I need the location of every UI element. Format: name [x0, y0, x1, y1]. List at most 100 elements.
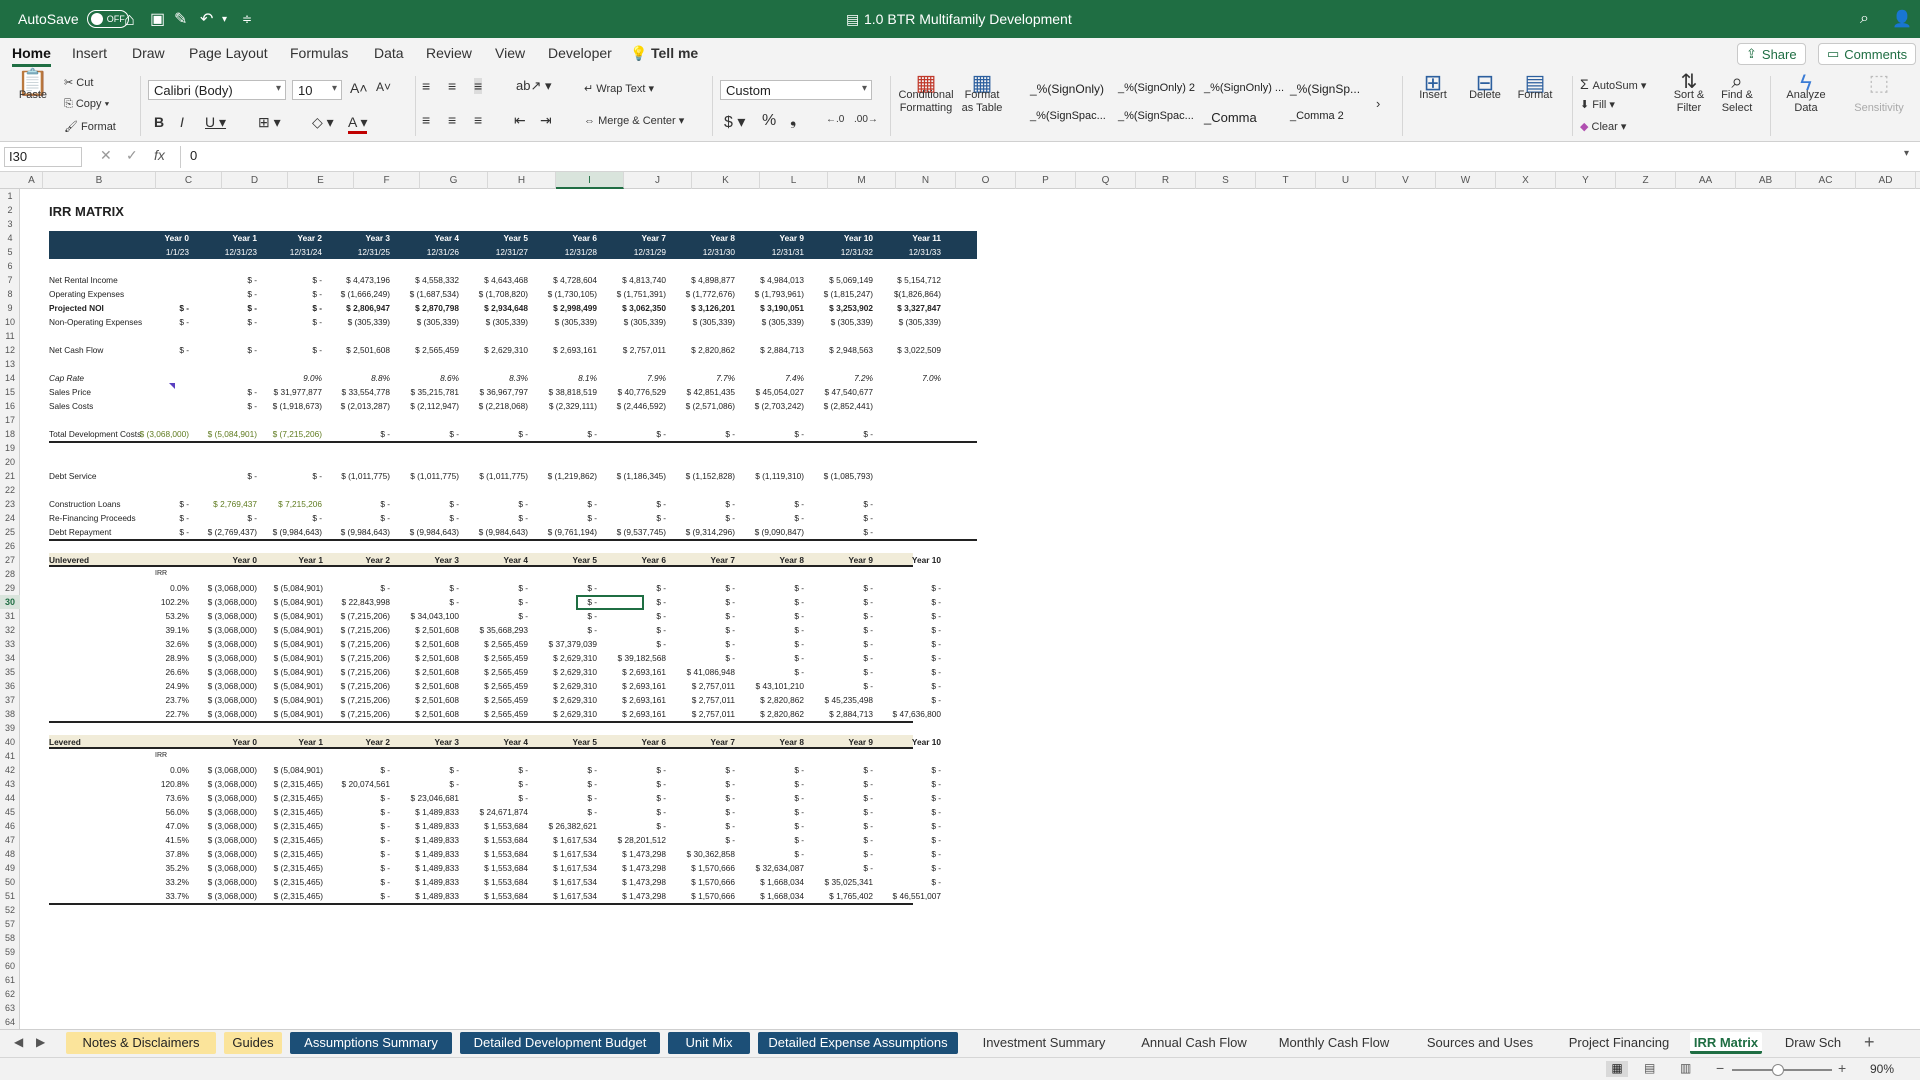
column-header-g[interactable]: G — [420, 172, 488, 189]
underline-button[interactable]: U ▾ — [205, 114, 226, 131]
row-header[interactable]: 18 — [0, 427, 20, 441]
tab-tell-me[interactable]: Tell me — [651, 45, 698, 61]
row-header[interactable]: 12 — [0, 343, 20, 357]
column-header-o[interactable]: O — [956, 172, 1016, 189]
row-header[interactable]: 9 — [0, 301, 20, 315]
paste-button[interactable]: 📋 Paste — [10, 69, 56, 102]
row-header[interactable]: 10 — [0, 315, 20, 329]
sheet-tab[interactable]: Assumptions Summary — [290, 1032, 452, 1054]
sheet-tab[interactable]: Sources and Uses — [1410, 1032, 1550, 1054]
row-header[interactable]: 19 — [0, 441, 20, 455]
row-header[interactable]: 35 — [0, 665, 20, 679]
row-header[interactable]: 28 — [0, 567, 20, 581]
column-header-l[interactable]: L — [760, 172, 828, 189]
copy-button[interactable]: ⎘ Copy ▾ — [64, 98, 109, 111]
increase-indent-icon[interactable]: ⇥ — [540, 112, 552, 129]
tell-me-icon[interactable]: 💡 — [630, 45, 647, 62]
number-format-select[interactable]: Custom — [720, 80, 872, 100]
cut-button[interactable]: ✂ Cut — [64, 76, 93, 89]
customize-icon[interactable]: ≑ — [242, 0, 252, 38]
row-header[interactable]: 3 — [0, 217, 20, 231]
align-center-icon[interactable]: ≡ — [448, 112, 456, 128]
row-header[interactable]: 11 — [0, 329, 20, 343]
previous-sheet-icon[interactable]: ◀ — [14, 1035, 23, 1049]
tab-formulas[interactable]: Formulas — [290, 45, 348, 61]
style-cell[interactable]: _%(SignOnly) — [1030, 82, 1104, 96]
zoom-slider-thumb[interactable] — [1772, 1064, 1784, 1076]
column-header-w[interactable]: W — [1436, 172, 1496, 189]
row-header[interactable]: 34 — [0, 651, 20, 665]
expand-formula-icon[interactable]: ▾ — [1904, 148, 1909, 159]
zoom-in-icon[interactable]: + — [1838, 1060, 1846, 1076]
column-header-x[interactable]: X — [1496, 172, 1556, 189]
column-header-b[interactable]: B — [43, 172, 156, 189]
sheet-tab[interactable]: Unit Mix — [668, 1032, 750, 1054]
tab-insert[interactable]: Insert — [72, 45, 107, 61]
row-header[interactable]: 36 — [0, 679, 20, 693]
orientation-icon[interactable]: ab↗ ▾ — [516, 78, 552, 94]
row-header[interactable]: 64 — [0, 1015, 20, 1029]
row-header[interactable]: 6 — [0, 259, 20, 273]
row-header[interactable]: 29 — [0, 581, 20, 595]
align-right-icon[interactable]: ≡ — [474, 112, 482, 128]
sheet-tab[interactable]: Annual Cash Flow — [1130, 1032, 1258, 1054]
comma-icon[interactable]: ❟ — [790, 112, 796, 130]
row-header[interactable]: 15 — [0, 385, 20, 399]
sheet-tab[interactable]: Project Financing — [1556, 1032, 1682, 1054]
save-icon[interactable]: ▣ — [150, 0, 165, 38]
column-header-i[interactable]: I — [556, 172, 624, 189]
row-header[interactable]: 50 — [0, 875, 20, 889]
decrease-font-icon[interactable]: A˅ — [376, 80, 391, 94]
row-header[interactable]: 17 — [0, 413, 20, 427]
align-middle-icon[interactable]: ≡ — [448, 78, 456, 94]
row-header[interactable]: 52 — [0, 903, 20, 917]
row-header[interactable]: 27 — [0, 553, 20, 567]
style-cell[interactable]: _%(SignSp... — [1290, 82, 1360, 96]
delete-cells-button[interactable]: ⊟ Delete — [1460, 72, 1510, 102]
row-header[interactable]: 37 — [0, 693, 20, 707]
style-cell[interactable]: _Comma — [1204, 110, 1257, 125]
column-header-v[interactable]: V — [1376, 172, 1436, 189]
row-header[interactable]: 58 — [0, 931, 20, 945]
tab-data[interactable]: Data — [374, 45, 404, 61]
row-header[interactable]: 2 — [0, 203, 20, 217]
borders-icon[interactable]: ⊞ ▾ — [258, 114, 281, 131]
column-header-c[interactable]: C — [156, 172, 222, 189]
worksheet-grid[interactable]: IRR MATRIX Year 0 1/1/23 Year 1 12/31/23 Year… — [21, 189, 1920, 1029]
style-cell[interactable]: _%(SignOnly) 2 — [1118, 82, 1195, 94]
row-header[interactable]: 39 — [0, 721, 20, 735]
column-header-p[interactable]: P — [1016, 172, 1076, 189]
percent-icon[interactable]: % — [762, 112, 776, 130]
row-header[interactable]: 5 — [0, 245, 20, 259]
row-header[interactable]: 23 — [0, 497, 20, 511]
align-left-icon[interactable]: ≡ — [422, 112, 430, 128]
sensitivity-button[interactable]: ⬚ Sensitivity — [1848, 72, 1910, 115]
share-button[interactable]: ⇪ Share — [1737, 43, 1806, 65]
comment-indicator-icon[interactable] — [169, 383, 175, 389]
undo-icon[interactable]: ↶ — [200, 0, 213, 38]
column-header-ac[interactable]: AC — [1796, 172, 1856, 189]
conditional-formatting-button[interactable]: ▦ Conditional Formatting — [894, 72, 958, 115]
format-cells-button[interactable]: ▤ Format — [1510, 72, 1560, 102]
column-header-r[interactable]: R — [1136, 172, 1196, 189]
column-header-e[interactable]: E — [288, 172, 354, 189]
increase-font-icon[interactable]: A˄ — [350, 80, 368, 96]
style-cell[interactable]: _%(SignOnly) ... — [1204, 82, 1284, 94]
decrease-decimal-icon[interactable]: .00→ — [854, 114, 878, 125]
row-header[interactable]: 57 — [0, 917, 20, 931]
undo-dropdown-icon[interactable]: ▾ — [222, 0, 227, 38]
row-header[interactable]: 14 — [0, 371, 20, 385]
row-header[interactable]: 20 — [0, 455, 20, 469]
column-header-t[interactable]: T — [1256, 172, 1316, 189]
sheet-tab[interactable]: Detailed Expense Assumptions — [758, 1032, 958, 1054]
clear-button[interactable]: ◆ Clear ▾ — [1580, 120, 1626, 133]
column-header-h[interactable]: H — [488, 172, 556, 189]
column-header-q[interactable]: Q — [1076, 172, 1136, 189]
row-header[interactable]: 32 — [0, 623, 20, 637]
format-as-table-button[interactable]: ▦ Format as Table — [958, 72, 1006, 115]
align-bottom-icon[interactable]: ≡ — [474, 78, 483, 94]
find-select-button[interactable]: ⌕ Find & Select — [1714, 72, 1760, 115]
sheet-tab[interactable]: Monthly Cash Flow — [1264, 1032, 1404, 1054]
confirm-icon[interactable]: ✓ — [126, 147, 138, 164]
style-cell[interactable]: _%(SignSpac... — [1118, 110, 1194, 122]
